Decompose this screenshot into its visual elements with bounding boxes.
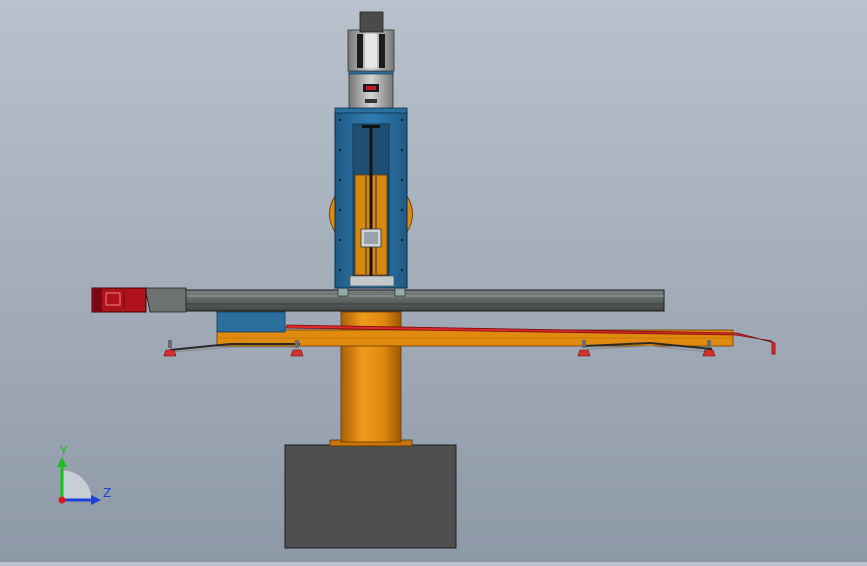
vertical-frame — [334, 110, 408, 289]
y-axis-label: Y — [59, 444, 68, 458]
servo-motor — [91, 287, 147, 313]
z-axis-label: Z — [103, 486, 111, 500]
coordinate-triad[interactable]: Y Z — [57, 444, 111, 505]
triad-plane-indicator — [61, 469, 93, 501]
z-axis-arrowhead — [91, 495, 101, 505]
suction-cup — [163, 340, 177, 357]
base-block — [284, 444, 457, 549]
robot-assembly-drawing: Y Z — [57, 11, 776, 549]
x-axis-origin — [58, 496, 66, 504]
y-axis-arrowhead — [57, 457, 67, 467]
cad-viewport[interactable]: Y Z — [0, 0, 867, 562]
upper-assembly — [334, 11, 408, 114]
